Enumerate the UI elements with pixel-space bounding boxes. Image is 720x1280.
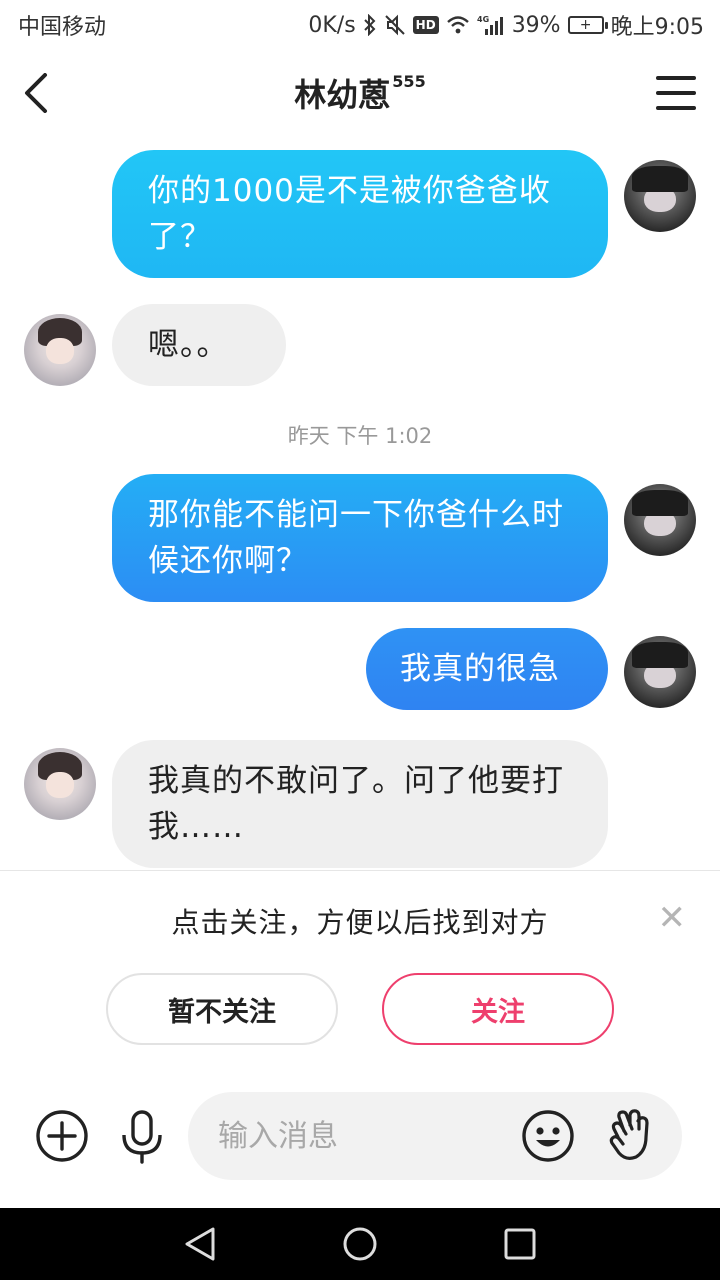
battery-icon: + [567,16,608,34]
nav-home-button[interactable] [340,1224,380,1264]
message-input-bar [0,1076,720,1208]
menu-button[interactable] [656,76,696,110]
follow-button[interactable]: 关注 [382,973,614,1045]
message-bubble-other[interactable]: 我真的不敢问了。问了他要打我…… [112,740,608,868]
close-icon[interactable]: ✕ [658,901,687,935]
contact-name-suffix: 555 [392,72,426,91]
message-row: 你的1000是不是被你爸爸收了？ [0,150,720,282]
message-row: 我真的很急 [0,628,720,718]
wifi-icon [446,15,470,35]
follow-prompt: 点击关注，方便以后找到对方 ✕ 暂不关注 关注 [0,870,720,1076]
chat-header: 林幼蒽 555 [0,50,720,136]
microphone-icon [122,1110,162,1164]
wave-hand-icon [609,1109,649,1160]
message-bubble-self[interactable]: 你的1000是不是被你爸爸收了？ [112,150,608,278]
mute-icon [384,14,406,36]
chevron-left-icon [25,73,47,113]
message-input[interactable] [218,1110,508,1162]
add-attachment-button[interactable] [34,1108,90,1164]
status-indicators: 0K/s HD 4G 39% + 晚上9:05 [308,9,704,41]
signal-icon: 4G [477,14,505,36]
triangle-back-icon [185,1227,215,1261]
status-bar: 中国移动 0K/s HD 4G 39% + 晚上9:05 [0,0,720,50]
nav-recents-button[interactable] [500,1224,540,1264]
hd-badge: HD [412,16,439,34]
clock: 晚上9:05 [610,15,704,40]
message-row: 那你能不能问一下你爸什么时候还你啊？ [0,474,720,606]
message-bubble-other[interactable]: 嗯。。 [112,304,286,386]
message-row: 我真的不敢问了。问了他要打我…… [0,740,720,870]
contact-name: 林幼蒽 [294,76,391,114]
contact-avatar[interactable] [24,748,96,820]
network-speed: 0K/s [308,12,356,38]
contact-avatar[interactable] [24,314,96,386]
self-avatar[interactable] [624,484,696,556]
message-timestamp: 昨天 下午 1:02 [287,424,433,448]
message-row: 嗯。。 [0,304,720,394]
carrier-label: 中国移动 [18,15,107,40]
nav-back-button[interactable] [180,1224,220,1264]
skip-follow-button[interactable]: 暂不关注 [106,973,338,1045]
self-avatar[interactable] [624,636,696,708]
message-bubble-self[interactable]: 那你能不能问一下你爸什么时候还你啊？ [112,474,608,602]
circle-home-icon [343,1227,377,1261]
square-recents-icon [504,1228,536,1260]
svg-text:4G: 4G [477,15,489,24]
self-avatar[interactable] [624,160,696,232]
emoji-icon [522,1110,574,1162]
chat-title: 林幼蒽 555 [294,70,425,116]
voice-input-button[interactable] [116,1108,168,1166]
chat-messages[interactable]: 你的1000是不是被你爸爸收了？ 嗯。。 昨天 下午 1:02 那你能不能问一下… [0,136,720,870]
wave-button[interactable] [604,1106,658,1164]
plus-circle-icon [36,1110,88,1162]
message-bubble-self[interactable]: 我真的很急 [366,628,608,710]
emoji-button[interactable] [520,1108,576,1164]
battery-percent: 39% [511,12,561,38]
bluetooth-icon [363,14,377,36]
back-button[interactable] [16,70,56,116]
follow-prompt-text: 点击关注，方便以后找到对方 [171,906,549,939]
system-nav-bar [0,1208,720,1280]
hamburger-menu-icon [656,76,696,80]
